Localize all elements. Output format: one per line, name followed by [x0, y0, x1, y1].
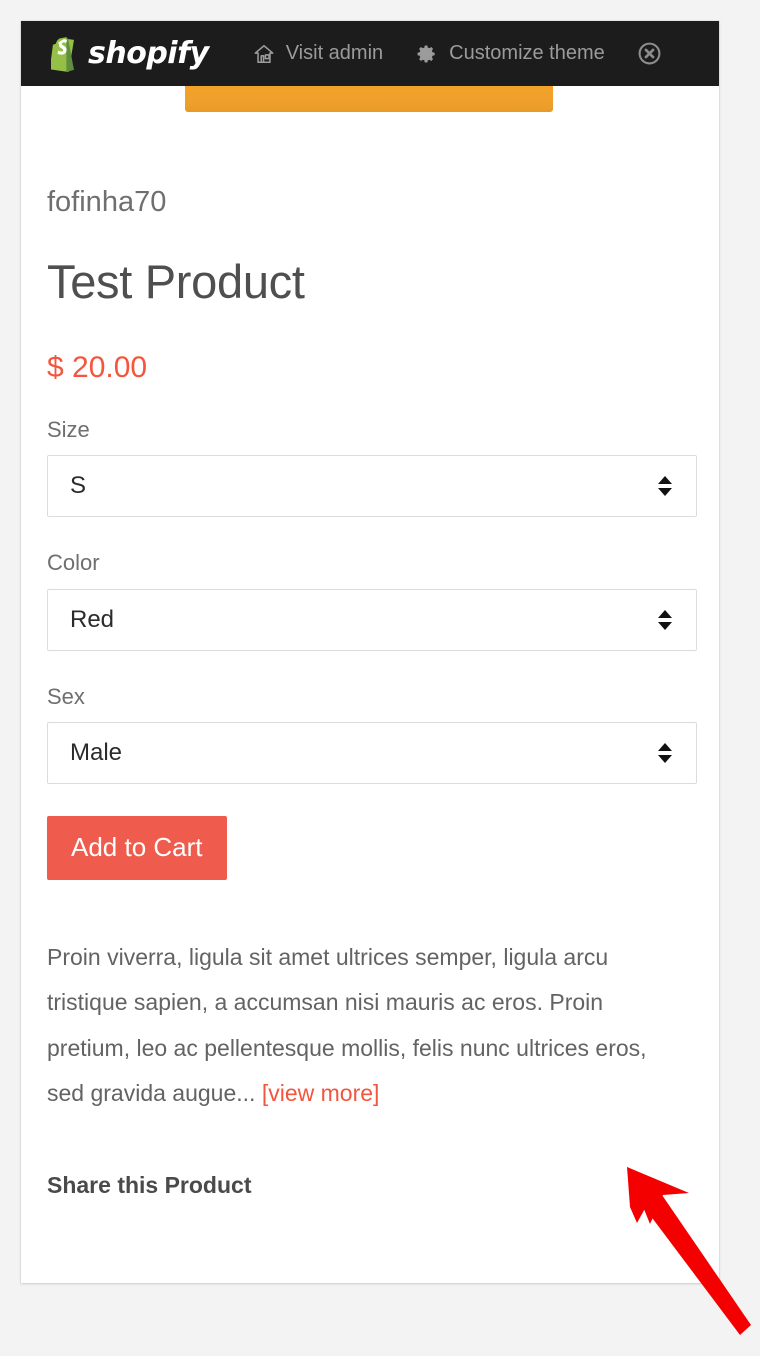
option-group-sex: Sex Male	[47, 651, 697, 784]
chevron-updown-icon	[658, 471, 672, 501]
select-sex-value: Male	[70, 738, 123, 766]
share-this-product-heading: Share this Product	[47, 1171, 252, 1198]
visit-admin-link[interactable]: Visit admin	[252, 42, 383, 66]
view-more-link[interactable]: [view more]	[262, 1080, 380, 1106]
visit-admin-label: Visit admin	[285, 42, 384, 64]
product-vendor: fofinha70	[47, 186, 167, 218]
home-icon	[252, 42, 276, 66]
storefront-preview-card: shopify Visit admin Customize theme fofi…	[21, 21, 719, 1283]
product-image[interactable]	[185, 86, 553, 112]
add-to-cart-button[interactable]: Add to Cart	[47, 815, 227, 880]
shopify-logo[interactable]: shopify	[47, 36, 209, 72]
product-detail: fofinha70 Test Product $ 20.00 Size S Co…	[21, 112, 719, 1198]
option-group-color: Color Red	[47, 517, 697, 651]
option-label-color: Color	[47, 550, 100, 576]
gear-icon	[415, 42, 439, 66]
select-sex[interactable]: Male	[47, 721, 697, 784]
customize-theme-label: Customize theme	[449, 42, 605, 64]
chevron-updown-icon	[658, 605, 672, 635]
select-color[interactable]: Red	[47, 588, 697, 651]
shopify-bag-icon	[47, 36, 79, 72]
page-title: Test Product	[47, 254, 305, 308]
customize-theme-link[interactable]: Customize theme	[415, 42, 605, 66]
select-size[interactable]: S	[47, 455, 697, 518]
close-icon[interactable]	[637, 41, 663, 67]
product-price: $ 20.00	[47, 351, 148, 385]
select-size-value: S	[70, 472, 87, 500]
chevron-updown-icon	[658, 738, 672, 768]
select-color-value: Red	[70, 605, 115, 633]
shopify-logo-text: shopify	[88, 35, 209, 71]
product-description: Proin viverra, ligula sit amet ultrices …	[47, 880, 687, 1117]
option-label-size: Size	[47, 417, 90, 443]
option-label-sex: Sex	[47, 683, 85, 709]
option-group-size: Size S	[47, 384, 697, 518]
shopify-admin-bar: shopify Visit admin Customize theme	[21, 21, 719, 86]
